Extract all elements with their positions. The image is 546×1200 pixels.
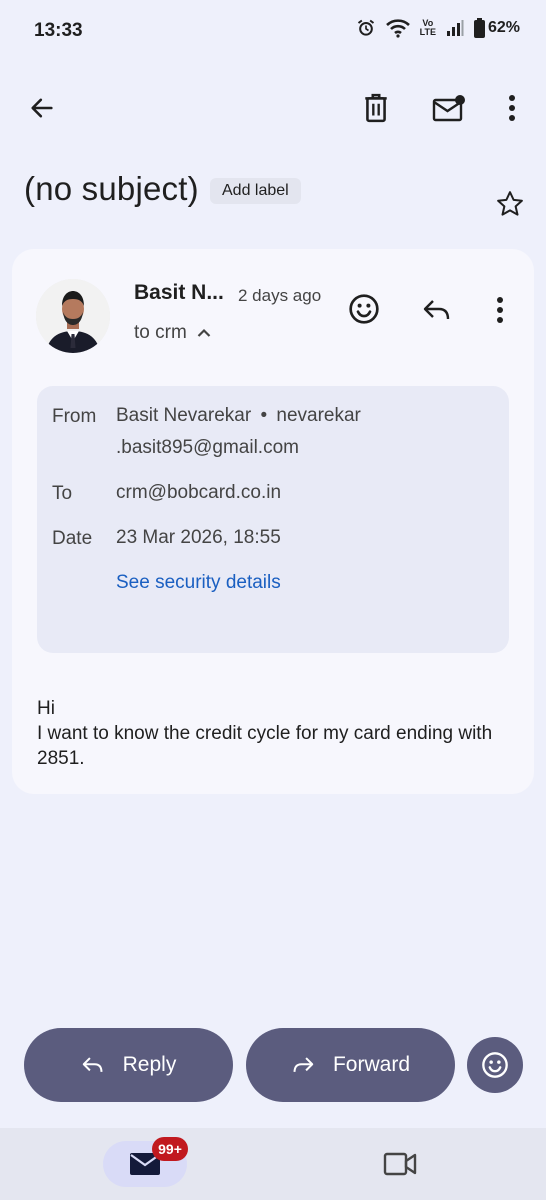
delete-icon: [365, 93, 387, 123]
emoji-icon: [482, 1052, 508, 1078]
from-label: From: [52, 406, 97, 427]
forward-icon: [293, 1057, 314, 1072]
reply-button-label: Reply: [122, 1053, 177, 1076]
body-greeting: Hi: [37, 698, 55, 719]
from-separator: •: [260, 405, 268, 426]
recipients-toggle[interactable]: to crm: [134, 322, 211, 344]
star-button[interactable]: [492, 186, 528, 222]
status-icons: Vo LTE 62%: [356, 18, 520, 38]
to-label: To: [52, 483, 73, 504]
reply-icon-button[interactable]: [418, 291, 456, 329]
from-name: Basit Nevarekar: [116, 405, 252, 426]
sender-name: Basit N...: [134, 281, 224, 304]
more-vert-icon: [509, 95, 515, 121]
security-details-link[interactable]: See security details: [116, 572, 281, 594]
reply-button[interactable]: Reply: [24, 1028, 233, 1102]
back-button[interactable]: [24, 90, 60, 126]
date-value: 23 Mar 2026, 18:55: [116, 527, 281, 548]
mark-unread-button[interactable]: [430, 90, 468, 126]
email-body: Hi I want to know the credit cycle for m…: [37, 696, 517, 771]
star-icon: [497, 191, 523, 216]
to-line-label: to crm: [134, 322, 187, 343]
wifi-icon: [385, 19, 410, 38]
battery-group: 62%: [473, 18, 520, 38]
from-email-part1: nevarekar: [276, 405, 361, 426]
emoji-icon: [349, 294, 379, 324]
delete-button[interactable]: [358, 90, 394, 126]
bottom-navigation: [0, 1128, 546, 1200]
forward-button[interactable]: Forward: [246, 1028, 455, 1102]
add-reaction-button[interactable]: [344, 289, 384, 329]
sender-avatar[interactable]: [36, 279, 110, 353]
date-label: Date: [52, 528, 93, 549]
battery-percent: 62%: [487, 19, 520, 36]
alarm-icon: [357, 19, 374, 36]
volte-indicator: Vo LTE: [420, 19, 436, 37]
to-value: crm@bobcard.co.in: [116, 482, 282, 503]
back-arrow-icon: [31, 98, 53, 118]
from-value: Basit Nevarekar • nevarekar .basit895@gm…: [116, 400, 496, 464]
body-message: I want to know the credit cycle for my c…: [37, 723, 493, 769]
email-subject: (no subject): [24, 170, 199, 207]
reply-icon: [423, 300, 450, 320]
from-email-part2: .basit895@gmail.com: [116, 437, 299, 458]
emoji-reaction-button[interactable]: [467, 1037, 523, 1093]
add-label-chip[interactable]: Add label: [210, 178, 301, 204]
battery-icon: [473, 18, 485, 38]
reply-icon: [82, 1057, 103, 1072]
signal-icon: [446, 20, 464, 36]
mark-unread-icon: [432, 95, 465, 122]
video-camera-icon: [383, 1152, 417, 1176]
status-time: 13:33: [34, 20, 83, 41]
chevron-up-icon: [197, 328, 211, 337]
unread-count-badge: 99+: [152, 1137, 188, 1161]
more-options-button[interactable]: [496, 90, 528, 126]
meet-tab[interactable]: [380, 1145, 420, 1183]
sent-time-ago: 2 days ago: [238, 286, 322, 305]
message-more-button[interactable]: [485, 291, 515, 329]
more-vert-icon: [497, 297, 503, 323]
sender-avatar-image: [36, 279, 110, 353]
forward-button-label: Forward: [332, 1053, 411, 1076]
volte-bottom: LTE: [419, 27, 436, 37]
